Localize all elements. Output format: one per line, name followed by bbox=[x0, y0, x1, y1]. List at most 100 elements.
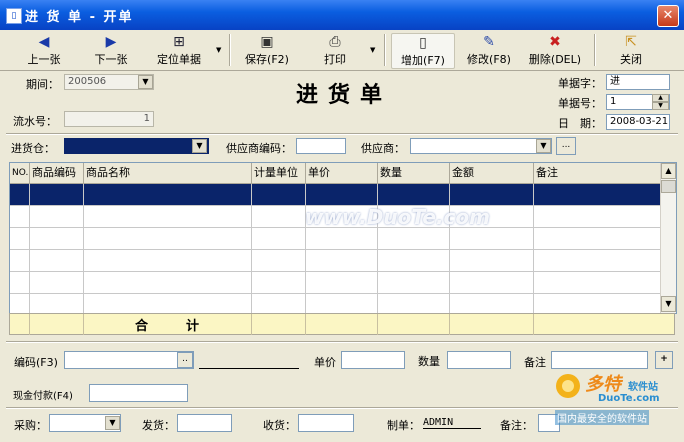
items-grid[interactable]: NO. 商品编码 商品名称 计量单位 单价 数量 金额 备注 ▲ ▼ bbox=[9, 162, 677, 314]
col-line bbox=[83, 314, 84, 335]
locate-dropdown-icon[interactable]: ▼ bbox=[216, 46, 221, 54]
doc-code-field[interactable]: 进 bbox=[606, 74, 670, 90]
doc-no-spinner[interactable]: ▲ ▼ bbox=[652, 94, 669, 110]
save-button[interactable]: ▣ 保存(F2) bbox=[236, 33, 298, 67]
serial-field: 1 bbox=[64, 111, 154, 127]
col-header-code[interactable]: 商品编码 bbox=[30, 163, 84, 183]
col-header-no[interactable]: NO. bbox=[10, 163, 30, 183]
scroll-thumb[interactable] bbox=[661, 180, 676, 193]
col-header-qty[interactable]: 数量 bbox=[378, 163, 450, 183]
scroll-up-icon[interactable]: ▲ bbox=[661, 163, 676, 179]
warehouse-dropdown-icon[interactable]: ▼ bbox=[192, 139, 207, 153]
delete-document-icon: ✖ bbox=[549, 34, 561, 50]
col-header-name[interactable]: 商品名称 bbox=[84, 163, 252, 183]
supplier-select[interactable] bbox=[410, 138, 552, 154]
printer-icon: ⎙ bbox=[329, 34, 341, 50]
next-button[interactable]: ▶ 下一张 bbox=[82, 33, 140, 67]
print-dropdown-icon[interactable]: ▼ bbox=[370, 46, 375, 54]
receive-field[interactable] bbox=[298, 414, 354, 432]
edit-button[interactable]: ✎ 修改(F8) bbox=[458, 33, 520, 67]
add-button[interactable]: ▯ 增加(F7) bbox=[391, 33, 455, 69]
toolbar-separator bbox=[229, 34, 231, 66]
supplier-code-label: 供应商编码： bbox=[226, 142, 292, 155]
print-button[interactable]: ⎙ 打印 bbox=[314, 33, 356, 67]
code-name-underline bbox=[199, 368, 299, 369]
next-label: 下一张 bbox=[94, 53, 128, 66]
footer-remark-label: 备注： bbox=[500, 419, 533, 432]
floppy-icon: ▣ bbox=[260, 34, 274, 50]
qty-entry-field[interactable] bbox=[447, 351, 511, 369]
period-dropdown-icon[interactable]: ▼ bbox=[138, 75, 153, 89]
ship-field[interactable] bbox=[177, 414, 232, 432]
binoculars-icon: ⊞ bbox=[173, 34, 185, 50]
col-header-amount[interactable]: 金额 bbox=[450, 163, 534, 183]
supplier-dropdown-icon[interactable]: ▼ bbox=[536, 139, 551, 153]
locate-label: 定位单据 bbox=[157, 53, 201, 66]
col-header-unit[interactable]: 计量单位 bbox=[252, 163, 306, 183]
warehouse-label: 进货仓： bbox=[11, 142, 55, 155]
qty-entry-label: 数量 bbox=[418, 355, 440, 368]
col-line bbox=[251, 314, 252, 335]
locate-button[interactable]: ⊞ 定位单据 bbox=[148, 33, 210, 67]
title-bar: ▯ 进 货 单 - 开单 ✕ bbox=[0, 0, 684, 30]
col-line bbox=[377, 184, 378, 313]
grid-header: NO. 商品编码 商品名称 计量单位 单价 数量 金额 备注 bbox=[10, 163, 660, 184]
spin-down-icon[interactable]: ▼ bbox=[652, 102, 669, 110]
col-line bbox=[377, 314, 378, 335]
total-label: 合计 bbox=[135, 319, 238, 334]
watermark-text: www.DuoTe.com bbox=[305, 205, 490, 229]
col-line bbox=[29, 184, 30, 313]
code-entry-field[interactable] bbox=[64, 351, 194, 369]
prev-button[interactable]: ◀ 上一张 bbox=[18, 33, 70, 67]
prev-label: 上一张 bbox=[27, 53, 61, 66]
entry-divider bbox=[6, 341, 678, 343]
col-line bbox=[251, 184, 252, 313]
logo-sun-core bbox=[562, 380, 574, 392]
toolbar-separator bbox=[384, 34, 386, 66]
grid-scrollbar[interactable]: ▲ ▼ bbox=[660, 163, 676, 313]
col-header-remark[interactable]: 备注 bbox=[534, 163, 660, 183]
maker-label: 制单： bbox=[387, 419, 420, 432]
col-line bbox=[533, 184, 534, 313]
doc-no-label: 单据号： bbox=[558, 97, 602, 110]
edit-document-icon: ✎ bbox=[483, 34, 495, 50]
col-line bbox=[305, 314, 306, 335]
supplier-lookup-button[interactable]: ... bbox=[556, 137, 576, 155]
new-document-icon: ▯ bbox=[419, 35, 427, 51]
supplier-label: 供应商： bbox=[361, 142, 405, 155]
close-label: 关闭 bbox=[620, 53, 642, 66]
window-title: 进 货 单 - 开单 bbox=[25, 10, 134, 25]
col-line bbox=[533, 314, 534, 335]
col-line bbox=[449, 184, 450, 313]
purchase-dropdown-icon[interactable]: ▼ bbox=[105, 416, 120, 430]
remark-entry-label: 备注 bbox=[524, 356, 546, 369]
cash-payment-field[interactable] bbox=[89, 384, 188, 402]
ship-label: 发货： bbox=[142, 419, 175, 432]
price-entry-field[interactable] bbox=[341, 351, 405, 369]
add-line-button[interactable]: + bbox=[655, 351, 673, 369]
code-lookup-button[interactable]: .. bbox=[177, 352, 193, 368]
close-window-button[interactable]: ✕ bbox=[657, 5, 679, 27]
receive-label: 收货： bbox=[263, 419, 296, 432]
warehouse-select[interactable] bbox=[64, 138, 209, 154]
table-row-selected[interactable] bbox=[10, 184, 660, 205]
exit-icon: ⇱ bbox=[625, 34, 637, 50]
purchase-order-window: ▯ 进 货 单 - 开单 ✕ ◀ 上一张 ▶ 下一张 ⊞ 定位单据 ▼ ▣ 保存… bbox=[0, 0, 684, 442]
remark-entry-field[interactable] bbox=[551, 351, 648, 369]
cash-payment-label: 现金付款(F4) bbox=[13, 391, 73, 402]
col-header-price[interactable]: 单价 bbox=[306, 163, 378, 183]
row-line bbox=[10, 271, 660, 272]
spin-up-icon[interactable]: ▲ bbox=[652, 94, 669, 102]
supplier-code-field[interactable] bbox=[296, 138, 346, 154]
date-field[interactable]: 2008-03-21 bbox=[606, 114, 670, 130]
row-line bbox=[10, 293, 660, 294]
total-row: 合计 bbox=[9, 313, 675, 335]
close-button[interactable]: ⇱ 关闭 bbox=[606, 33, 656, 67]
delete-button[interactable]: ✖ 删除(DEL) bbox=[524, 33, 586, 67]
purchase-label: 采购： bbox=[14, 419, 47, 432]
scroll-down-icon[interactable]: ▼ bbox=[661, 296, 676, 312]
edit-label: 修改(F8) bbox=[467, 53, 511, 66]
save-label: 保存(F2) bbox=[245, 53, 289, 66]
header-divider bbox=[6, 133, 678, 135]
code-entry-label: 编码(F3) bbox=[14, 356, 58, 369]
